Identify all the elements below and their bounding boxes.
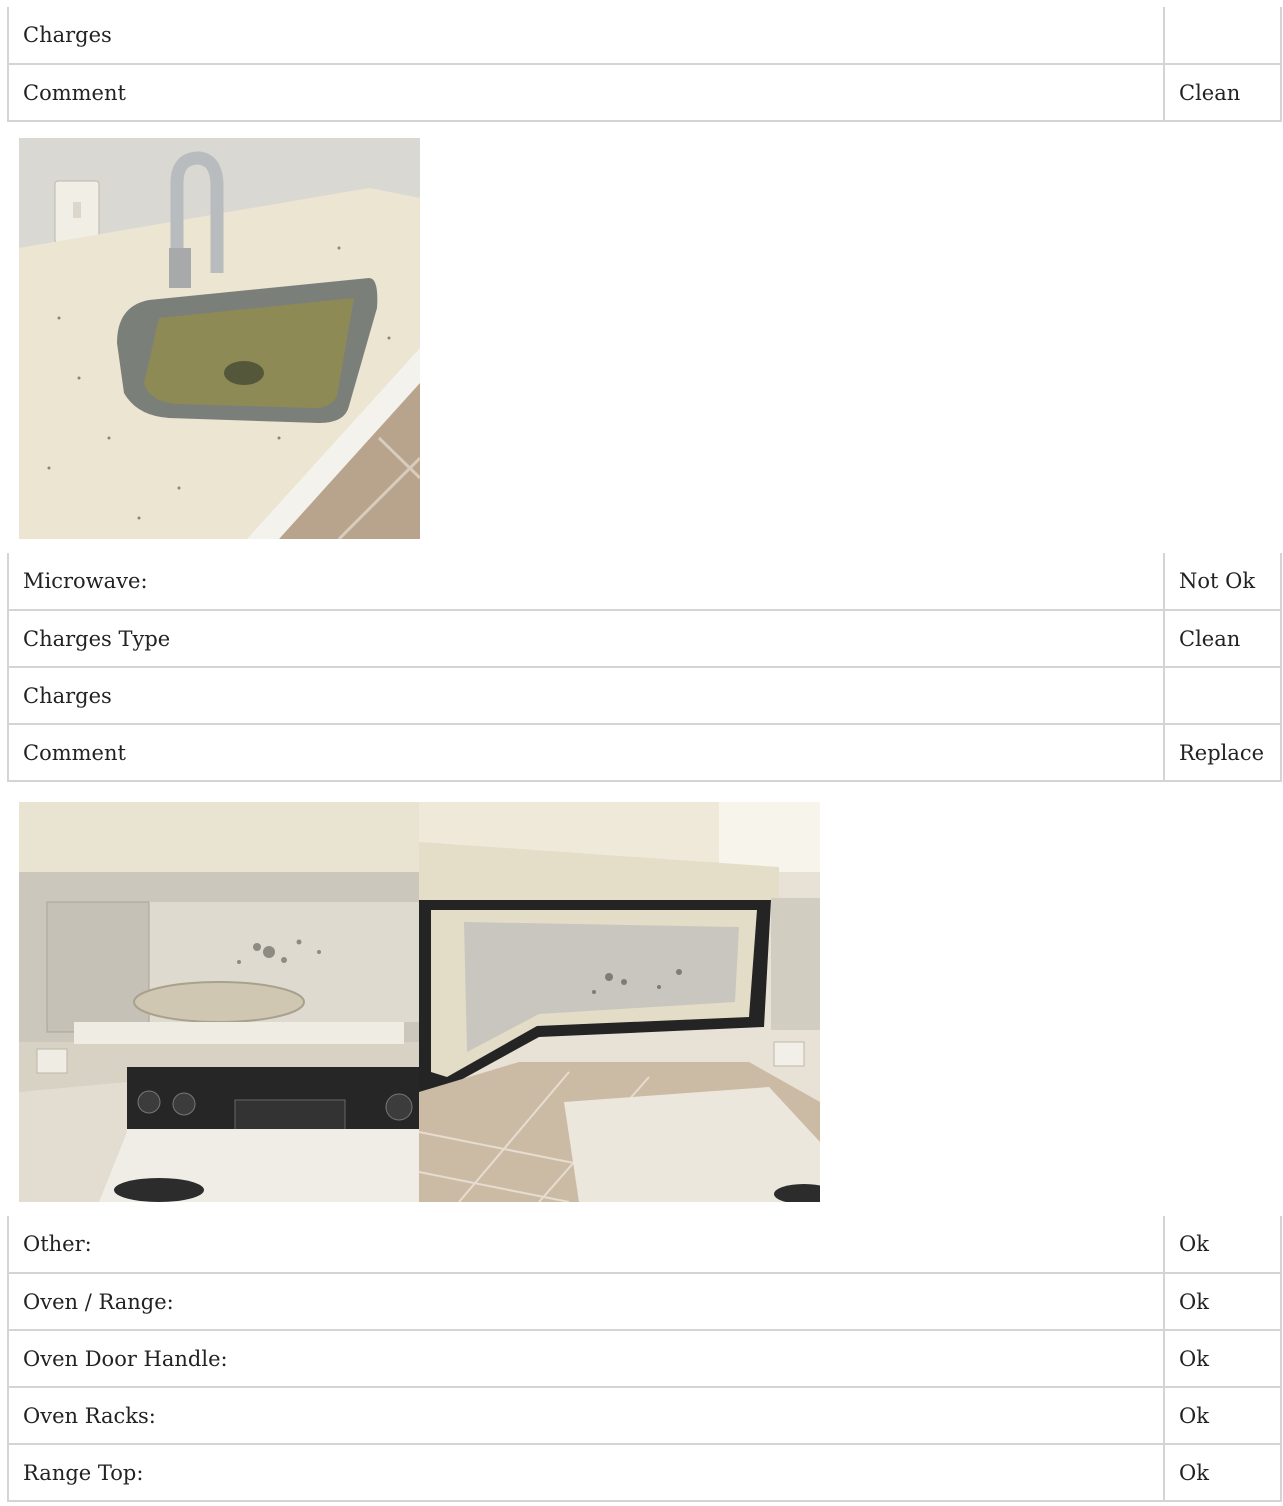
row-value: Ok — [1163, 1444, 1282, 1502]
row-value: Replace — [1163, 724, 1282, 782]
row-label: Microwave: — [7, 553, 1164, 611]
row-label: Comment — [7, 64, 1164, 122]
row-value: Ok — [1163, 1387, 1282, 1445]
microwave-interior-photo[interactable] — [19, 802, 419, 1202]
microwave-door-photo[interactable] — [419, 802, 820, 1202]
row-label: Charges Type — [7, 610, 1164, 668]
table-row: Oven Racks: Ok — [7, 1387, 1282, 1445]
row-label: Oven Door Handle: — [7, 1330, 1164, 1388]
row-label: Other: — [7, 1216, 1164, 1274]
table-row: Range Top: Ok — [7, 1444, 1282, 1502]
table-row: Charges Type Clean — [7, 610, 1282, 668]
table-row: Comment Replace — [7, 724, 1282, 782]
kitchen-sink-photo[interactable] — [19, 138, 420, 539]
row-label: Oven Racks: — [7, 1387, 1164, 1445]
row-value: Not Ok — [1163, 553, 1282, 611]
row-label: Oven / Range: — [7, 1273, 1164, 1331]
row-label: Charges — [7, 667, 1164, 725]
row-label: Comment — [7, 724, 1164, 782]
row-value: Clean — [1163, 64, 1282, 122]
row-value — [1163, 7, 1282, 65]
microwave-table: Microwave: Not Ok Charges Type Clean Cha… — [7, 553, 1282, 782]
row-label: Charges — [7, 7, 1164, 65]
table-row: Comment Clean — [7, 64, 1282, 122]
appliances-table: Other: Ok Oven / Range: Ok Oven Door Han… — [7, 1216, 1282, 1502]
row-value: Ok — [1163, 1216, 1282, 1274]
table-row: Charges — [7, 667, 1282, 725]
row-value — [1163, 667, 1282, 725]
table-row: Oven Door Handle: Ok — [7, 1330, 1282, 1388]
row-value: Clean — [1163, 610, 1282, 668]
table-row: Microwave: Not Ok — [7, 553, 1282, 611]
table-row: Oven / Range: Ok — [7, 1273, 1282, 1331]
kitchen-sink-table: Charges Comment Clean — [7, 7, 1282, 122]
row-value: Ok — [1163, 1273, 1282, 1331]
table-row: Charges — [7, 7, 1282, 65]
row-label: Range Top: — [7, 1444, 1164, 1502]
row-value: Ok — [1163, 1330, 1282, 1388]
table-row: Other: Ok — [7, 1216, 1282, 1274]
